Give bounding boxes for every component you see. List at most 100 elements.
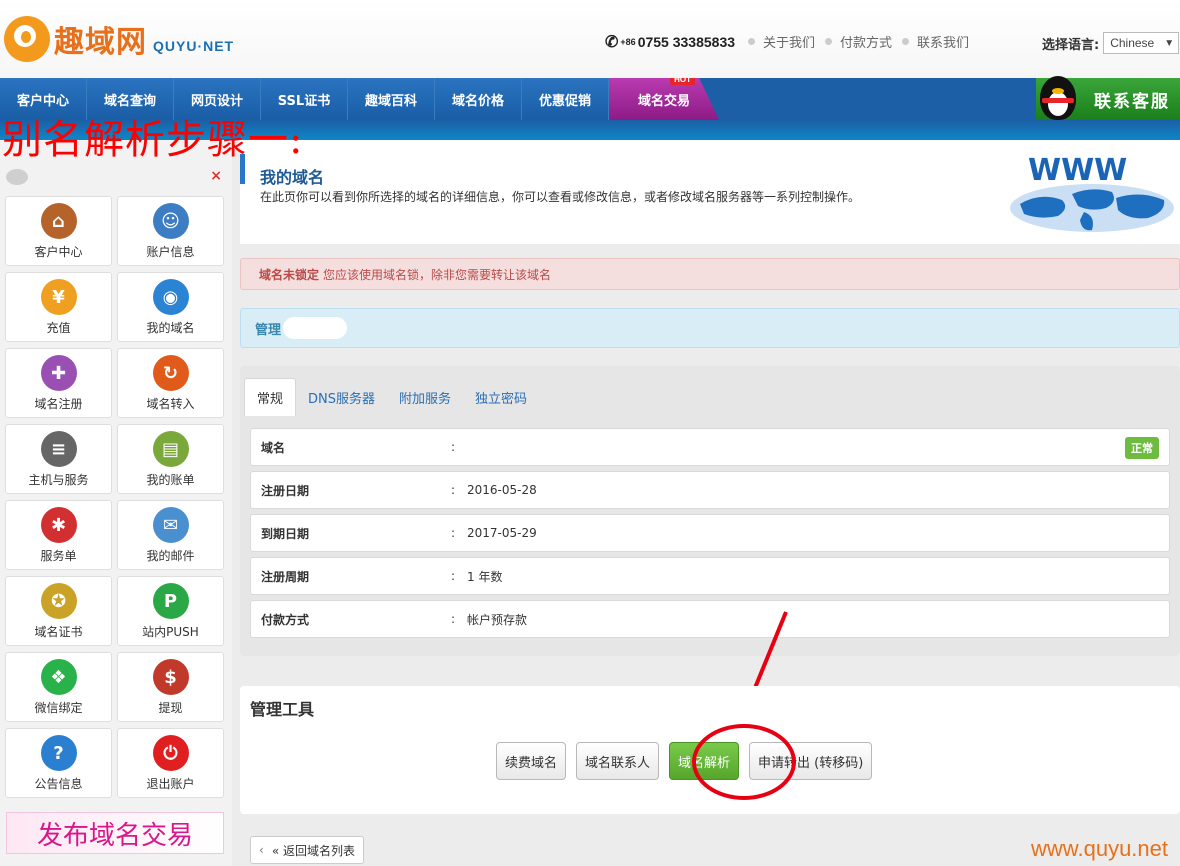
- row-value: 1 年数: [467, 569, 503, 584]
- row-key: 域名: [261, 440, 286, 455]
- www-globe-icon: WWW: [1010, 153, 1174, 232]
- table-row: 到期日期 : 2017-05-29: [250, 514, 1170, 552]
- sidebar-tile-label: 我的账单: [146, 473, 195, 487]
- logo-text-cn: 趣域网: [54, 25, 147, 60]
- nav-item-domain-search[interactable]: 域名查询: [87, 78, 174, 120]
- page-header: 我的域名 在此页你可以看到你所选择的域名的详细信息，你可以查看或修改信息，或者修…: [240, 140, 1180, 244]
- avatar: [6, 169, 28, 185]
- language-value: Chinese: [1110, 36, 1155, 50]
- sidebar-tile[interactable]: ✪ 域名证书: [5, 576, 112, 646]
- red-circle-annotation: [692, 724, 796, 800]
- chevron-left-icon: ‹: [259, 843, 264, 857]
- management-tools: 管理工具 续费域名 域名联系人 域名解析 申请转出 (转移码): [240, 686, 1180, 814]
- back-to-domain-list-button[interactable]: ‹ « 返回域名列表: [250, 836, 364, 864]
- phone-prefix: +86: [620, 37, 636, 47]
- sidebar-tile[interactable]: ✉ 我的邮件: [117, 500, 224, 570]
- sidebar: × ⌂ 客户中心 ☺ 账户信息 ¥ 充值 ◉ 我的域名 ✚ 域名注册 ↻ 域名转入 ≡ 主机与服务 ▤ 我的账…: [0, 140, 232, 866]
- language-label: 选择语言:: [1042, 37, 1100, 53]
- table-row: 注册日期 : 2016-05-28: [250, 471, 1170, 509]
- page-description: 在此页你可以看到你所选择的域名的详细信息，你可以查看或修改信息，或者修改域名服务…: [260, 190, 861, 204]
- sidebar-tile[interactable]: ◉ 我的域名: [117, 272, 224, 342]
- tool-buttons: 续费域名 域名联系人 域名解析 申请转出 (转移码): [496, 742, 873, 780]
- tab-bar: 常规 DNS服务器 附加服务 独立密码: [244, 378, 539, 416]
- svg-text:WWW: WWW: [1028, 153, 1127, 188]
- sidebar-tile[interactable]: ⏻ 退出账户: [117, 728, 224, 798]
- bullet-icon: [825, 38, 833, 45]
- row-colon: :: [451, 569, 456, 583]
- sidebar-tile[interactable]: ¥ 充值: [5, 272, 112, 342]
- row-value: 帐户预存款: [467, 612, 528, 627]
- sidebar-tile-label: 账户信息: [146, 245, 195, 259]
- manage-label: 管理: [255, 322, 282, 338]
- sidebar-tile[interactable]: P 站内PUSH: [117, 576, 224, 646]
- table-row: 域名 : 正常: [250, 428, 1170, 466]
- domain-info-panel: 常规 DNS服务器 附加服务 独立密码 域名 : 正常 注册日期 : 2016-…: [240, 366, 1180, 656]
- tab-general[interactable]: 常规: [244, 378, 297, 416]
- service-icon: ✱: [40, 507, 77, 543]
- sidebar-tile[interactable]: $ 提现: [117, 652, 224, 722]
- sidebar-tile-label: 充值: [46, 321, 71, 335]
- step-annotation: 别名解析步骤一:: [2, 117, 304, 163]
- sidebar-tile[interactable]: ▤ 我的账单: [117, 424, 224, 494]
- sidebar-tile[interactable]: ⌂ 客户中心: [5, 196, 112, 266]
- coins-icon: ¥: [40, 279, 77, 315]
- sidebar-grid: ⌂ 客户中心 ☺ 账户信息 ¥ 充值 ◉ 我的域名 ✚ 域名注册 ↻ 域名转入 ≡ 主机与服务 ▤ 我的账单 ✱…: [5, 196, 225, 798]
- bill-icon: ▤: [152, 431, 189, 467]
- qq-penguin-icon: [1036, 74, 1080, 122]
- tab-dns-servers[interactable]: DNS服务器: [296, 378, 387, 416]
- phone-value: 0755 33385833: [637, 34, 736, 50]
- nav-item-ssl[interactable]: SSL证书: [261, 78, 348, 120]
- row-value: 2016-05-28: [467, 483, 537, 497]
- contact-support-label: 联系客服: [1094, 91, 1170, 112]
- nav-item-customer-center[interactable]: 客户中心: [0, 78, 87, 120]
- language-select[interactable]: Chinese ▼: [1103, 32, 1180, 54]
- main-content: 我的域名 在此页你可以看到你所选择的域名的详细信息，你可以查看或修改信息，或者修…: [232, 140, 1180, 866]
- certificate-icon: ✪: [40, 583, 77, 619]
- phone-number: ✆ +86 0755 33385833: [605, 32, 735, 52]
- push-icon: P: [152, 583, 189, 619]
- row-colon: :: [451, 440, 456, 454]
- sidebar-tile-label: 站内PUSH: [142, 625, 199, 639]
- sidebar-tile-label: 退出账户: [146, 777, 195, 791]
- logo-text-en: QUYU·NET: [153, 38, 235, 54]
- sidebar-tile[interactable]: ? 公告信息: [5, 728, 112, 798]
- sidebar-tile-label: 服务单: [40, 549, 77, 563]
- sidebar-tile[interactable]: ✱ 服务单: [5, 500, 112, 570]
- sidebar-tile[interactable]: ≡ 主机与服务: [5, 424, 112, 494]
- sidebar-tile-label: 域名转入: [146, 397, 195, 411]
- help-icon: ?: [40, 735, 77, 771]
- publish-domain-trade-banner[interactable]: 发布域名交易: [6, 812, 224, 854]
- sidebar-tile[interactable]: ✚ 域名注册: [5, 348, 112, 418]
- bullet-icon: [748, 38, 755, 45]
- power-icon: ⏻: [152, 735, 189, 771]
- main-nav: 客户中心 域名查询 网页设计 SSL证书 趣域百科 域名价格 优惠促销 域名交易…: [0, 76, 1180, 120]
- row-key: 注册日期: [261, 483, 310, 498]
- row-key: 到期日期: [261, 526, 310, 541]
- row-value: 2017-05-29: [467, 526, 537, 540]
- nav-item-domain-price[interactable]: 域名价格: [435, 78, 522, 120]
- domain-contacts-button[interactable]: 域名联系人: [576, 742, 660, 780]
- sidebar-tile-label: 微信绑定: [34, 701, 83, 715]
- nav-item-wiki[interactable]: 趣域百科: [348, 78, 435, 120]
- tab-private-password[interactable]: 独立密码: [463, 378, 539, 416]
- sidebar-tile[interactable]: ☺ 账户信息: [117, 196, 224, 266]
- top-link-contact[interactable]: 联系我们: [902, 32, 969, 51]
- top-link-about[interactable]: 关于我们: [748, 32, 815, 51]
- site-logo[interactable]: 趣域网 QUYU·NET: [4, 14, 234, 64]
- nav-item-domain-trade[interactable]: 域名交易 HOT: [609, 78, 719, 120]
- back-label: « 返回域名列表: [271, 843, 355, 858]
- home-icon: ⌂: [40, 203, 77, 239]
- top-link-payment[interactable]: 付款方式: [825, 32, 892, 51]
- tab-addon-services[interactable]: 附加服务: [387, 378, 463, 416]
- sidebar-tile[interactable]: ❖ 微信绑定: [5, 652, 112, 722]
- close-icon[interactable]: ×: [210, 168, 222, 184]
- nav-item-promotions[interactable]: 优惠促销: [522, 78, 609, 120]
- top-links: 关于我们 付款方式 联系我们: [748, 32, 969, 51]
- contact-support-button[interactable]: 联系客服: [1036, 76, 1180, 120]
- renew-domain-button[interactable]: 续费域名: [496, 742, 567, 780]
- server-icon: ≡: [40, 431, 77, 467]
- nav-item-web-design[interactable]: 网页设计: [174, 78, 261, 120]
- row-key: 付款方式: [261, 612, 310, 627]
- redacted-domain: [283, 317, 348, 339]
- sidebar-tile[interactable]: ↻ 域名转入: [117, 348, 224, 418]
